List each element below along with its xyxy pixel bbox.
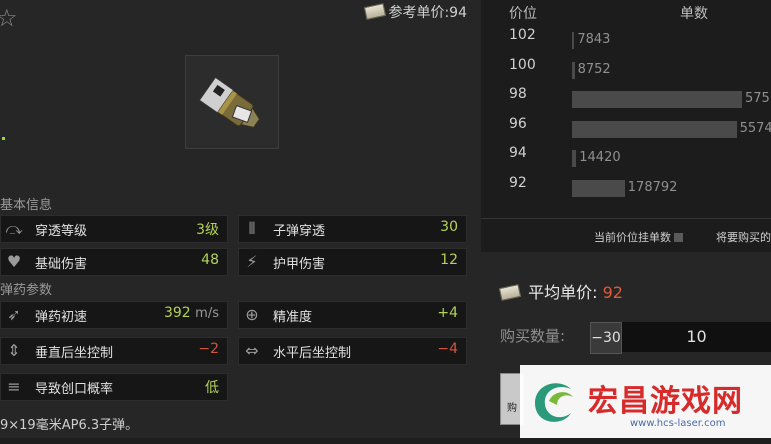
bullet-penetration-icon: ⫴: [248, 219, 256, 238]
order-count-bar: [572, 120, 737, 138]
order-count-bar: [572, 150, 577, 167]
broken-heart-icon: ♥: [6, 252, 22, 271]
money-icon: [498, 284, 522, 301]
col-price-header: 价位: [509, 6, 537, 22]
order-count-label: 575746: [745, 91, 771, 106]
armor-damage-icon: ⚡: [246, 252, 258, 271]
quantity-label: 购买数量:: [500, 327, 566, 345]
average-price: 平均单价: 92: [498, 279, 623, 303]
price-tick-label: 98: [509, 86, 527, 102]
divider: [481, 218, 771, 219]
watermark-text: 宏昌游戏网: [588, 384, 743, 419]
quantity-input[interactable]: 10: [622, 322, 771, 352]
order-count-label: 7843: [577, 32, 611, 47]
watermark-url: www.hcs-laser.com: [630, 418, 726, 429]
ammo-image: [185, 55, 279, 149]
stat-vertical-recoil: ⇕ 垂直后坐控制 −2: [0, 337, 228, 365]
order-count-label: 178792: [627, 179, 678, 195]
price-tick-label: 94: [509, 145, 527, 161]
order-count-bar: [572, 32, 575, 49]
stat-muzzle-velocity: ➶ 弹药初速 392 m/s: [0, 301, 228, 329]
stat-bleed-chance: ≡ 导致创口概率 低: [0, 373, 228, 401]
stat-base-damage: ♥ 基础伤害 48: [0, 248, 228, 276]
stat-penetration-level: ⤼ 穿透等级 3级: [0, 215, 228, 243]
order-count-label: 14420: [579, 150, 621, 165]
horizontal-recoil-icon: ⇔: [245, 341, 259, 360]
order-count-bar: [572, 91, 742, 108]
price-tick-label: 92: [509, 174, 527, 191]
bleed-icon: ≡: [7, 377, 21, 396]
stat-accuracy: ⊕ 精准度 +4: [238, 301, 467, 329]
col-count-header: 单数: [680, 6, 708, 22]
quantity-minus-button[interactable]: −30: [590, 322, 622, 354]
legend-buy: 将要购买的: [716, 231, 771, 244]
price-tick-label: 102: [509, 27, 536, 43]
legend-current: 当前价位挂单数: [594, 229, 683, 245]
order-count-label: 8752: [577, 61, 611, 77]
reference-price: 参考单价:94: [364, 2, 467, 22]
price-tick-label: 96: [509, 115, 527, 132]
order-count-label: 557475: [739, 120, 771, 136]
order-count-bar: [572, 179, 625, 197]
stat-armor-damage: ⚡ 护甲伤害 12: [238, 248, 467, 276]
legend-swatch: [674, 233, 683, 242]
status-dot: [2, 137, 5, 140]
penetration-icon: ⤼: [5, 219, 23, 238]
favorite-star-icon[interactable]: ☆: [0, 4, 18, 32]
order-count-bar: [572, 61, 575, 79]
section-basic-info: 基本信息: [0, 198, 53, 213]
muzzle-velocity-icon: ➶: [7, 305, 21, 324]
price-tick-label: 100: [509, 56, 536, 73]
stat-bullet-penetration: ⫴ 子弹穿透 30: [238, 215, 467, 243]
vertical-recoil-icon: ⇕: [7, 341, 21, 360]
item-description: 9×19毫米AP6.3子弹。: [0, 418, 139, 433]
money-icon: [364, 3, 387, 20]
section-ammo-params: 弹药参数: [0, 283, 53, 298]
item-detail-panel: ☆ 参考单价:94 基本信息 ⤼ 穿透等级 3级 ⫴ 子弹穿透 30 ♥ 基础伤…: [0, 0, 481, 438]
watermark-logo: [535, 383, 573, 422]
stat-horizontal-recoil: ⇔ 水平后坐控制 −4: [238, 337, 467, 365]
ammo-box-icon: [198, 76, 261, 128]
crosshair-icon: ⊕: [245, 305, 259, 324]
